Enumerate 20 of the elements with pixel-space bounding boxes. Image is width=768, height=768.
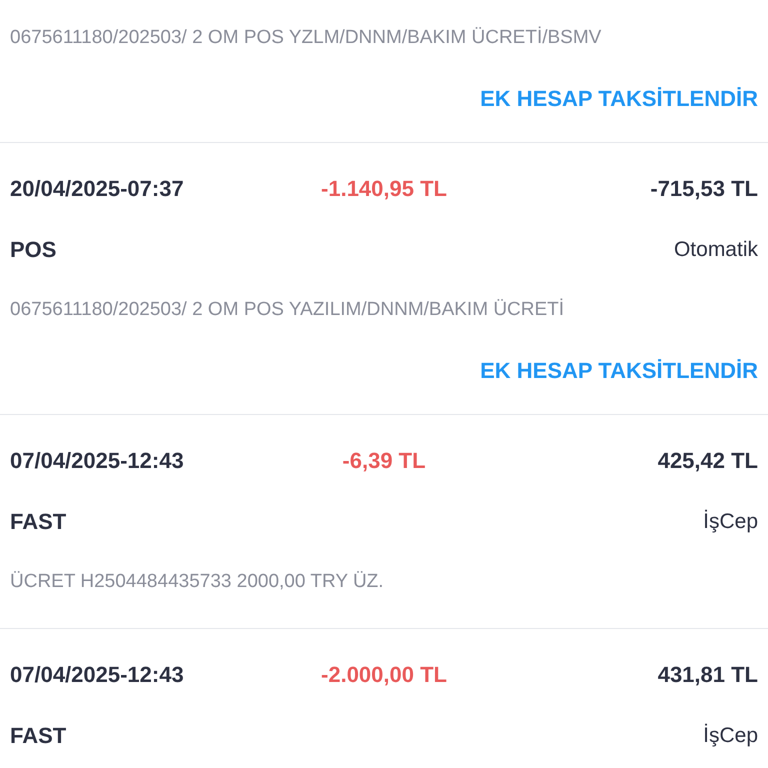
- transaction-channel: İşCep: [703, 508, 758, 535]
- transaction-amount: -1.140,95 TL: [321, 176, 447, 201]
- transaction-description: 0675611180/202503/ 2 OM POS YAZILIM/DNNM/BAKIM ÜCRETİ: [10, 298, 564, 322]
- transaction-description: ÜCRET H2504484435733 2000,00 TRY ÜZ.: [10, 570, 384, 594]
- transaction-type: POS: [10, 236, 56, 264]
- transaction-date: 07/04/2025-12:43: [10, 448, 184, 473]
- transaction-type: FAST: [10, 508, 66, 536]
- installment-link[interactable]: EK HESAP TAKSİTLENDİR: [480, 354, 758, 386]
- transaction-description: 0675611180/202503/ 2 OM POS YZLM/DNNM/BAKIM ÜCRETİ/BSMV: [10, 26, 602, 50]
- balance-amount: 425,42 TL: [658, 448, 758, 473]
- installment-link[interactable]: EK HESAP TAKSİTLENDİR: [480, 82, 758, 114]
- transaction-date: 07/04/2025-12:43: [10, 662, 184, 687]
- balance-amount: 431,81 TL: [658, 662, 758, 687]
- transaction-channel: İşCep: [703, 722, 758, 749]
- transaction-amount: -6,39 TL: [342, 448, 426, 473]
- transaction-date: 20/04/2025-07:37: [10, 176, 184, 201]
- transaction-type: FAST: [10, 722, 66, 750]
- transaction-channel: Otomatik: [674, 236, 758, 263]
- transaction-amount: -2.000,00 TL: [321, 662, 447, 687]
- balance-amount: -715,53 TL: [650, 176, 758, 201]
